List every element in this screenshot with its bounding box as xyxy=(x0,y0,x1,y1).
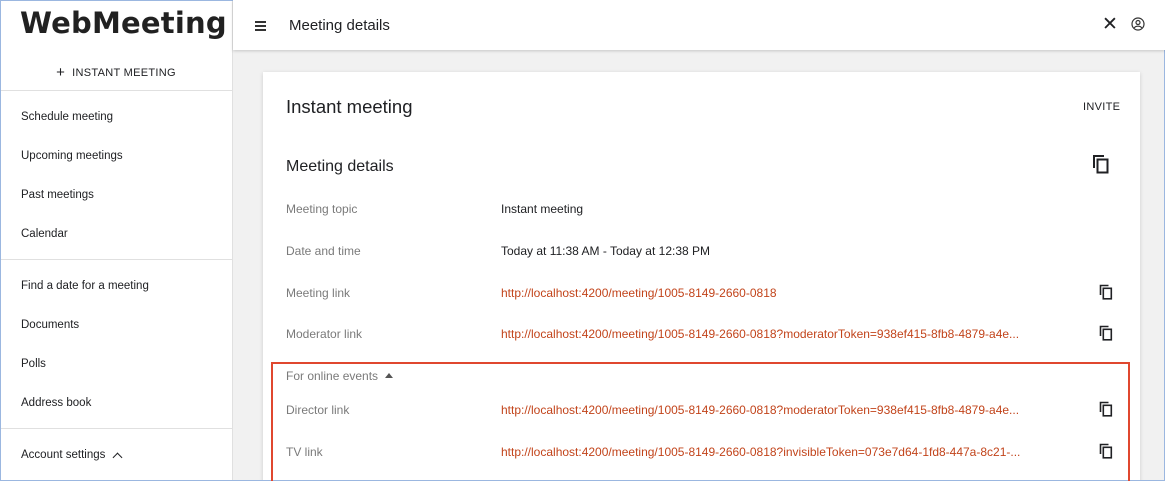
menu-icon[interactable] xyxy=(255,21,266,31)
copy-icon[interactable] xyxy=(1099,325,1113,341)
copy-icon[interactable] xyxy=(1099,443,1113,459)
close-icon[interactable]: ✕ xyxy=(1102,15,1118,34)
main-content: Instant meeting INVITE Meeting details M… xyxy=(233,50,1165,481)
instant-meeting-label: INSTANT MEETING xyxy=(72,66,176,79)
online-events-label: For online events xyxy=(286,369,379,383)
director-link[interactable]: http://localhost:4200/meeting/1005-8149-… xyxy=(501,403,1019,417)
sidebar-item-upcoming-meetings[interactable]: Upcoming meetings xyxy=(0,141,232,171)
sidebar-item-address-book[interactable]: Address book xyxy=(0,388,232,418)
sidebar-item-documents[interactable]: Documents xyxy=(0,310,232,340)
date-time-value: Today at 11:38 AM - Today at 12:38 PM xyxy=(501,244,711,258)
copy-icon[interactable] xyxy=(1099,284,1113,300)
sidebar-item-calendar[interactable]: Calendar xyxy=(0,219,232,249)
moderator-link-label: Moderator link xyxy=(286,327,363,341)
sidebar-divider xyxy=(0,259,232,260)
tv-link-label: TV link xyxy=(286,445,323,459)
plus-icon: + xyxy=(56,64,66,81)
sidebar-item-polls[interactable]: Polls xyxy=(0,349,232,379)
sidebar-item-schedule-meeting[interactable]: Schedule meeting xyxy=(0,102,232,132)
section-title: Meeting details xyxy=(286,158,394,175)
caret-up-icon xyxy=(385,373,394,378)
meeting-link[interactable]: http://localhost:4200/meeting/1005-8149-… xyxy=(501,286,777,300)
meeting-card: Instant meeting INVITE Meeting details M… xyxy=(263,72,1140,481)
sidebar-item-account-settings[interactable]: Account settings xyxy=(0,440,232,470)
sidebar-divider xyxy=(0,428,232,429)
app-logo: WebMeeting xyxy=(20,6,227,40)
user-icon[interactable] xyxy=(1131,17,1145,31)
copy-icon[interactable] xyxy=(1099,401,1113,417)
sidebar-item-past-meetings[interactable]: Past meetings xyxy=(0,180,232,210)
director-link-label: Director link xyxy=(286,403,350,417)
instant-meeting-button[interactable]: + INSTANT MEETING xyxy=(0,55,232,91)
meeting-topic-label: Meeting topic xyxy=(286,202,358,216)
tv-link[interactable]: http://localhost:4200/meeting/1005-8149-… xyxy=(501,445,1020,459)
meeting-topic-value: Instant meeting xyxy=(501,202,584,216)
top-bar: Meeting details ✕ xyxy=(233,0,1165,50)
sidebar-item-find-a-date[interactable]: Find a date for a meeting xyxy=(0,271,232,301)
meeting-link-label: Meeting link xyxy=(286,286,351,300)
moderator-link[interactable]: http://localhost:4200/meeting/1005-8149-… xyxy=(501,327,1019,341)
copy-all-icon[interactable] xyxy=(1092,154,1110,174)
online-events-toggle[interactable]: For online events xyxy=(286,369,394,383)
meeting-title: Instant meeting xyxy=(286,96,413,117)
date-time-label: Date and time xyxy=(286,244,361,258)
invite-button[interactable]: INVITE xyxy=(1083,101,1120,113)
page-title: Meeting details xyxy=(289,17,390,34)
chevron-up-icon xyxy=(112,452,123,462)
sidebar: WebMeeting + INSTANT MEETING Schedule me… xyxy=(0,0,233,481)
account-settings-label: Account settings xyxy=(21,449,106,461)
